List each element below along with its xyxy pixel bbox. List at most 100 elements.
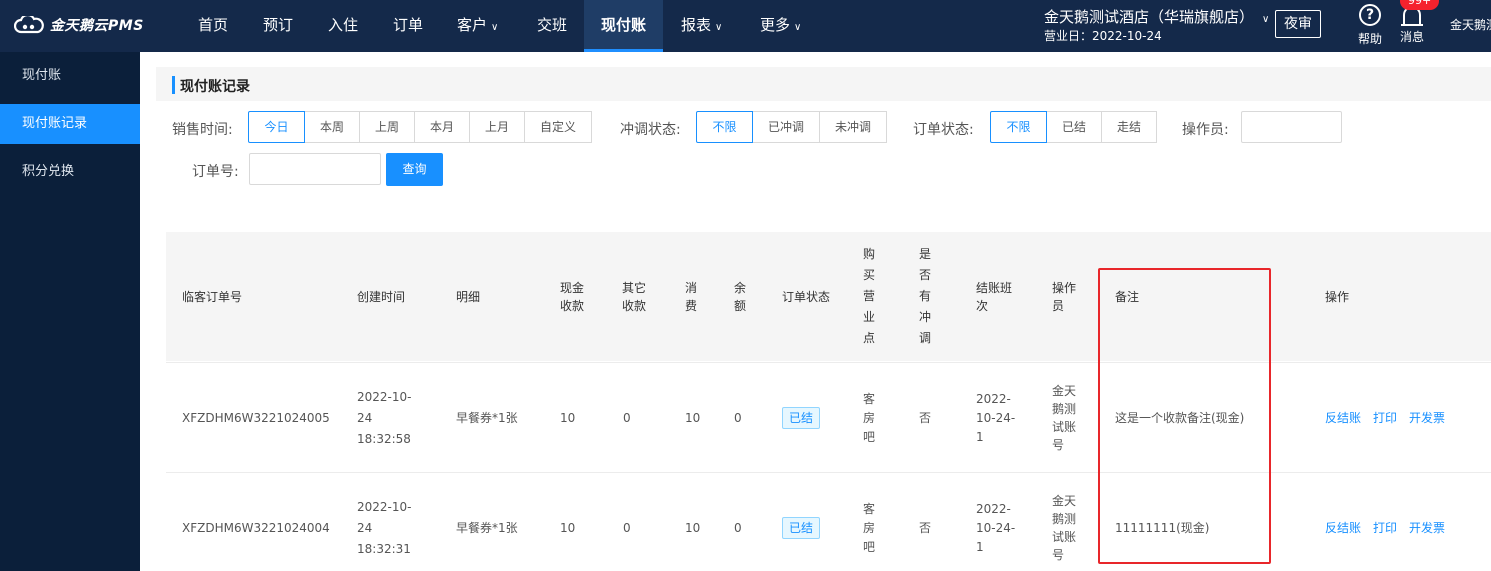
page-header: 现付账记录 xyxy=(156,67,1491,101)
chevron-down-icon: ∨ xyxy=(794,22,802,33)
cell-actions: 反结账 打印 开发票 xyxy=(1325,363,1457,473)
nav-reservation-label: 预订 xyxy=(263,16,294,34)
sale-time-last-month[interactable]: 上月 xyxy=(469,111,525,143)
sidebar-item-cash-records[interactable]: 现付账记录 xyxy=(0,104,140,144)
nav-shift-label: 交班 xyxy=(537,16,568,34)
reverse-checkout-link[interactable]: 反结账 xyxy=(1325,409,1361,427)
order-status-label: 订单状态: xyxy=(913,122,974,138)
help-button[interactable]: ? 帮助 xyxy=(1354,4,1386,47)
table-header: 临客订单号 创建时间 明细 现金 收款 其它 收款 消 费 余 额 订单状态 购… xyxy=(166,232,1491,361)
cell-detail: 早餐券*1张 xyxy=(456,521,518,535)
messages-button[interactable]: 消息 xyxy=(1395,4,1429,45)
remark-column-highlight-box xyxy=(1098,268,1271,564)
cell-outlet: 客 房 吧 xyxy=(863,501,876,554)
cell-consume: 10 xyxy=(685,411,701,425)
order-no-input[interactable] xyxy=(249,153,381,185)
print-link[interactable]: 打印 xyxy=(1373,409,1397,427)
cell-balance: 0 xyxy=(734,411,742,425)
col-operator: 操作 员 xyxy=(1052,280,1077,313)
sale-time-label: 销售时间: xyxy=(172,122,233,138)
nav-orders[interactable]: 订单 xyxy=(383,0,433,52)
message-count-badge: 99+ xyxy=(1400,0,1440,10)
user-name[interactable]: 金天鹅测 xyxy=(1450,16,1491,33)
cell-actions: 反结账 打印 开发票 xyxy=(1325,473,1457,571)
cell-operator: 金天 鹅测 试账 号 xyxy=(1052,494,1077,562)
app-logo[interactable]: 金天鹅云PMS xyxy=(14,14,144,36)
cell-status: 已结 xyxy=(782,473,821,571)
nav-customers[interactable]: 客户 ∨ xyxy=(447,0,508,52)
order-status-settled[interactable]: 已结 xyxy=(1046,111,1102,143)
sale-time-today[interactable]: 今日 xyxy=(248,111,305,143)
chevron-down-icon: ∨ xyxy=(1262,14,1270,25)
sale-time-last-week[interactable]: 上周 xyxy=(359,111,415,143)
nav-reports[interactable]: 报表 ∨ xyxy=(671,0,732,52)
sale-time-this-week[interactable]: 本周 xyxy=(304,111,360,143)
order-status-any[interactable]: 不限 xyxy=(990,111,1047,143)
nav-checkin[interactable]: 入住 xyxy=(318,0,368,52)
issue-invoice-link[interactable]: 开发票 xyxy=(1409,409,1445,427)
cell-other: 0 xyxy=(623,411,631,425)
question-circle-icon: ? xyxy=(1359,4,1381,26)
hotel-name: 金天鹅测试酒店（华瑞旗舰店） xyxy=(1044,8,1255,26)
sale-time-this-month[interactable]: 本月 xyxy=(414,111,470,143)
adjust-status-not-adjusted[interactable]: 未冲调 xyxy=(819,111,887,143)
cloud-logo-icon xyxy=(14,16,44,34)
sidebar-item-label: 积分兑换 xyxy=(22,164,75,179)
cell-cash: 10 xyxy=(560,411,576,425)
cell-shift: 2022- 10-24- 1 xyxy=(976,391,1016,444)
cell-adjusted: 否 xyxy=(919,521,932,535)
adjust-status-any[interactable]: 不限 xyxy=(696,111,753,143)
reverse-checkout-link[interactable]: 反结账 xyxy=(1325,519,1361,537)
cell-shift: 2022- 10-24- 1 xyxy=(976,501,1016,554)
nav-cash-account-label: 现付账 xyxy=(600,16,646,34)
cell-created: 2022-10- 24 18:32:58 xyxy=(357,389,412,446)
cell-consume: 10 xyxy=(685,521,701,535)
col-actions: 操作 xyxy=(1325,289,1350,304)
cell-other: 0 xyxy=(623,521,631,535)
top-navbar: 金天鹅云PMS 首页 预订 入住 订单 客户 ∨ 交班 现付账 报表 ∨ 更多 ∨ 金… xyxy=(0,0,1491,52)
nav-checkin-label: 入住 xyxy=(328,16,359,34)
adjust-status-options: 不限 已冲调 未冲调 xyxy=(696,111,887,143)
issue-invoice-link[interactable]: 开发票 xyxy=(1409,519,1445,537)
night-audit-button[interactable]: 夜审 xyxy=(1275,10,1321,38)
col-adjusted: 是 否 有 冲 调 xyxy=(919,247,932,345)
col-status: 订单状态 xyxy=(782,289,831,304)
query-button[interactable]: 查询 xyxy=(386,153,443,186)
col-detail: 明细 xyxy=(456,289,481,304)
cell-created: 2022-10- 24 18:32:31 xyxy=(357,499,412,556)
adjust-status-adjusted[interactable]: 已冲调 xyxy=(752,111,820,143)
nav-more[interactable]: 更多 ∨ xyxy=(750,0,811,52)
nav-customers-label: 客户 xyxy=(457,16,488,34)
sidebar-item-cash-account[interactable]: 现付账 xyxy=(0,56,140,96)
nav-home[interactable]: 首页 xyxy=(188,0,238,52)
order-status-walked[interactable]: 走结 xyxy=(1101,111,1157,143)
page-title: 现付账记录 xyxy=(180,79,250,95)
print-link[interactable]: 打印 xyxy=(1373,519,1397,537)
nav-shift[interactable]: 交班 xyxy=(527,0,577,52)
cell-operator: 金天 鹅测 试账 号 xyxy=(1052,384,1077,452)
col-other: 其它 收款 xyxy=(622,280,647,313)
status-badge: 已结 xyxy=(782,517,821,539)
messages-label: 消息 xyxy=(1399,30,1424,44)
col-order-no: 临客订单号 xyxy=(182,289,243,304)
chevron-down-icon: ∨ xyxy=(491,22,499,33)
table-row: XFZDHM6W3221024004 2022-10- 24 18:32:31 … xyxy=(166,472,1491,571)
nav-reservation[interactable]: 预订 xyxy=(253,0,303,52)
nav-cash-account[interactable]: 现付账 xyxy=(584,0,663,52)
nav-orders-label: 订单 xyxy=(393,16,424,34)
sidebar-item-points-exchange[interactable]: 积分兑换 xyxy=(0,152,140,192)
sale-time-custom[interactable]: 自定义 xyxy=(524,111,592,143)
order-no-label: 订单号: xyxy=(192,164,239,180)
hotel-selector[interactable]: 金天鹅测试酒店（华瑞旗舰店） ∨ xyxy=(1044,6,1269,27)
help-label: 帮助 xyxy=(1357,32,1382,46)
sidebar: 现付账 现付账记录 积分兑换 xyxy=(0,52,140,571)
chevron-down-icon: ∨ xyxy=(715,22,723,33)
col-balance: 余 额 xyxy=(734,280,747,313)
nav-home-label: 首页 xyxy=(198,16,229,34)
operator-input[interactable] xyxy=(1241,111,1342,143)
col-outlet: 购 买 营 业 点 xyxy=(863,247,876,345)
cell-outlet: 客 房 吧 xyxy=(863,391,876,444)
adjust-status-label: 冲调状态: xyxy=(620,122,681,138)
title-accent-bar xyxy=(172,76,175,94)
col-shift: 结账班 次 xyxy=(976,280,1013,313)
